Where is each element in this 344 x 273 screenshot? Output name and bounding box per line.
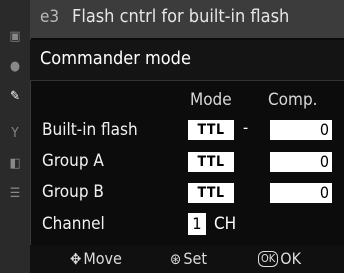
selected-option-label: Commander mode (40, 48, 191, 69)
set-hint: ⊛ Set (170, 249, 207, 268)
multi-selector-move-icon: ✥ (70, 250, 82, 268)
row-label-group-b: Group B (42, 182, 104, 202)
channel-unit: CH (214, 214, 237, 234)
group-b-mode[interactable]: TTL (188, 183, 234, 203)
channel-value[interactable]: 1 (188, 213, 206, 235)
set-hint-label: Set (183, 249, 207, 268)
row-label-group-a: Group A (42, 151, 104, 171)
footer-hints: ✥ Move ⊛ Set OK OK (30, 245, 344, 273)
retouch-menu-icon[interactable]: ◧ (6, 155, 24, 173)
selected-option-row[interactable]: Commander mode (30, 40, 344, 81)
playback-menu-icon[interactable]: ▣ (6, 28, 24, 46)
menu-header: e3 Flash cntrl for built-in flash (30, 0, 344, 38)
ok-button-icon: OK (258, 251, 279, 267)
recent-settings-icon[interactable]: ☰ (6, 185, 24, 203)
ok-hint-label: OK (280, 249, 302, 268)
group-b-comp[interactable]: 0 (270, 183, 332, 203)
channel-label: Channel (42, 214, 105, 234)
shooting-menu-icon[interactable]: ● (6, 58, 24, 76)
built-in-flash-comp[interactable]: 0 (270, 120, 332, 140)
mode-column-header: Mode (190, 90, 232, 110)
row-label-built-in-flash: Built-in flash (42, 120, 138, 140)
multi-selector-set-icon: ⊛ (170, 250, 182, 268)
group-a-mode[interactable]: TTL (188, 152, 234, 172)
move-hint: ✥ Move (70, 249, 122, 268)
camera-menu-screen: ▣ ● ✎ Y ◧ ☰ e3 Flash cntrl for built-in … (0, 0, 344, 273)
move-hint-label: Move (83, 249, 122, 268)
custom-settings-icon[interactable]: ✎ (6, 88, 24, 106)
group-a-comp[interactable]: 0 (270, 152, 332, 172)
setup-menu-icon[interactable]: Y (6, 125, 24, 143)
menu-sidebar: ▣ ● ✎ Y ◧ ☰ (0, 0, 31, 273)
comp-column-header: Comp. (268, 90, 318, 110)
ok-hint: OK OK (258, 249, 301, 268)
setting-code: e3 (40, 7, 60, 27)
built-in-flash-mode[interactable]: TTL (188, 120, 234, 140)
page-title: Flash cntrl for built-in flash (72, 6, 290, 27)
built-in-flash-separator: - (243, 118, 249, 137)
